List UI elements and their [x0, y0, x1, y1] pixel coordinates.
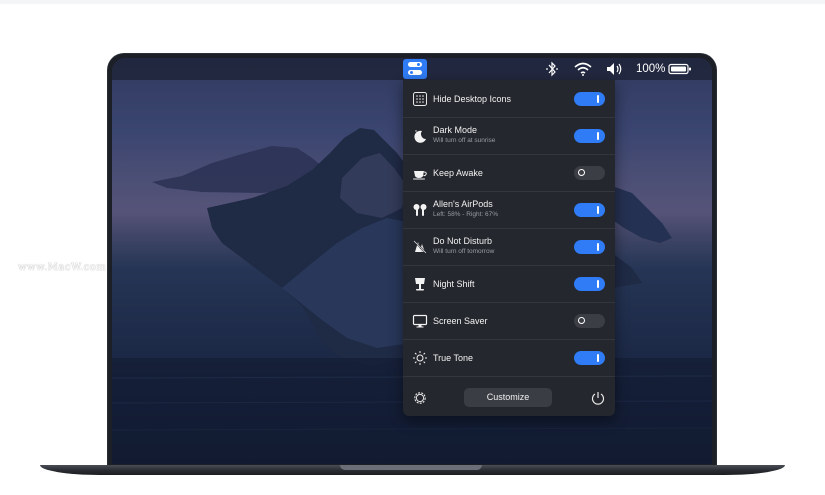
sun-icon [412, 350, 428, 366]
toggle-label: Screen Saver [433, 316, 488, 326]
toggle-label: Do Not Disturb [433, 236, 493, 246]
toggle-row-true-tone[interactable]: True Tone [403, 339, 615, 377]
moon-icon [412, 128, 428, 144]
toggle-switch[interactable] [574, 314, 605, 328]
toggle-row-keep-awake[interactable]: Keep Awake [403, 154, 615, 192]
do-not-disturb-icon [412, 239, 428, 255]
toggle-label: Dark Mode [433, 125, 478, 135]
lamp-icon [412, 276, 428, 292]
menu-bar: 100% [112, 58, 712, 80]
toggle-subtitle: Will turn off tomorrow [433, 248, 495, 255]
toggle-switch[interactable] [574, 277, 605, 291]
toggle-switch[interactable] [574, 92, 605, 106]
toggle-subtitle: Will turn off at sunrise [433, 137, 496, 144]
toggle-row-do-not-disturb[interactable]: Do Not Disturb Will turn off tomorrow [403, 228, 615, 266]
toggle-label: True Tone [433, 353, 474, 363]
watermark-text: www.MacW.com [18, 262, 107, 273]
volume-icon[interactable] [606, 61, 624, 77]
settings-gear-icon[interactable] [412, 390, 428, 406]
battery-icon[interactable] [668, 61, 692, 77]
laptop-notch [340, 465, 482, 470]
app-toggle-icon[interactable] [403, 59, 427, 79]
page-top-strip [0, 0, 825, 4]
toggle-label: Keep Awake [433, 168, 483, 178]
panel-footer: Customize [403, 380, 615, 416]
toggle-label: Hide Desktop Icons [433, 94, 512, 104]
coffee-cup-icon [412, 165, 428, 181]
bluetooth-icon[interactable] [545, 61, 559, 77]
toggle-switch[interactable] [574, 129, 605, 143]
power-icon[interactable] [590, 390, 606, 406]
toggle-switch[interactable] [574, 351, 605, 365]
airpods-icon [412, 202, 428, 218]
battery-percentage: 100% [636, 63, 666, 75]
toggle-label: Allen's AirPods [433, 199, 493, 209]
toggle-switch[interactable] [574, 240, 605, 254]
toggle-row-night-shift[interactable]: Night Shift [403, 265, 615, 303]
quick-toggles-panel: Hide Desktop Icons Dark Mode Will turn o… [403, 80, 615, 416]
desktop-screen: 100% Hide Desktop Icons Dark Mode Will t… [112, 58, 712, 464]
customize-button[interactable]: Customize [464, 388, 552, 407]
monitor-icon [412, 313, 428, 329]
toggle-switch[interactable] [574, 166, 605, 180]
toggle-subtitle: Left: 58% - Right: 67% [433, 211, 499, 218]
toggle-row-airpods[interactable]: Allen's AirPods Left: 58% - Right: 67% [403, 191, 615, 229]
toggle-switch[interactable] [574, 203, 605, 217]
toggle-row-hide-desktop-icons[interactable]: Hide Desktop Icons [403, 80, 615, 118]
toggle-row-screen-saver[interactable]: Screen Saver [403, 302, 615, 340]
desktop-grid-icon [412, 91, 428, 107]
toggle-row-dark-mode[interactable]: Dark Mode Will turn off at sunrise [403, 117, 615, 155]
toggle-label: Night Shift [433, 279, 475, 289]
wifi-icon[interactable] [573, 61, 593, 77]
